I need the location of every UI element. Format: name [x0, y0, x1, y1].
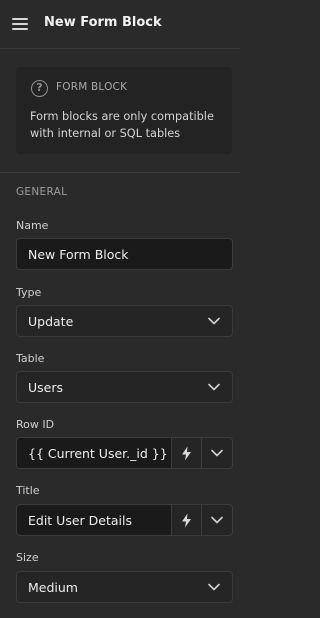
- name-input[interactable]: New Form Block: [16, 238, 233, 270]
- title-field: Edit User Details: [16, 504, 233, 536]
- row-id-label: Row ID: [16, 418, 55, 431]
- type-select[interactable]: Update: [16, 305, 233, 337]
- form-block-info-box: ? FORM BLOCK Form blocks are only compat…: [16, 67, 232, 154]
- size-select[interactable]: Medium: [16, 571, 233, 603]
- title-dropdown-button[interactable]: [202, 505, 232, 535]
- lightning-bolt-icon: [182, 446, 191, 460]
- question-circle-icon: ?: [31, 80, 48, 97]
- info-message: Form blocks are only compatible with int…: [30, 110, 214, 140]
- chevron-down-icon: [208, 383, 220, 391]
- row-id-field: {{ Current User._id }}: [16, 437, 233, 469]
- table-select[interactable]: Users: [16, 371, 233, 403]
- type-select-value: Update: [28, 314, 74, 329]
- title-input-value: Edit User Details: [28, 513, 132, 528]
- title-binding-button[interactable]: [172, 505, 202, 535]
- row-id-dropdown-button[interactable]: [202, 438, 232, 468]
- size-select-value: Medium: [28, 580, 78, 595]
- info-title: FORM BLOCK: [56, 81, 128, 93]
- row-id-input-value: {{ Current User._id }}: [28, 446, 168, 461]
- hamburger-menu-icon[interactable]: [12, 18, 28, 30]
- row-id-input[interactable]: {{ Current User._id }}: [17, 438, 172, 468]
- section-divider: [0, 172, 240, 173]
- row-id-binding-button[interactable]: [172, 438, 202, 468]
- panel-header: New Form Block: [0, 0, 240, 48]
- chevron-down-icon: [211, 516, 223, 524]
- name-input-value: New Form Block: [28, 247, 129, 262]
- lightning-bolt-icon: [182, 513, 191, 527]
- size-label: Size: [16, 551, 39, 564]
- table-select-value: Users: [28, 380, 64, 395]
- title-input[interactable]: Edit User Details: [17, 505, 172, 535]
- title-label: Title: [16, 484, 40, 497]
- chevron-down-icon: [208, 583, 220, 591]
- panel-title: New Form Block: [44, 15, 162, 30]
- header-divider: [0, 48, 240, 49]
- name-label: Name: [16, 219, 49, 232]
- table-label: Table: [16, 352, 45, 365]
- chevron-down-icon: [208, 317, 220, 325]
- chevron-down-icon: [211, 449, 223, 457]
- section-title-general: GENERAL: [16, 186, 68, 198]
- type-label: Type: [16, 286, 42, 299]
